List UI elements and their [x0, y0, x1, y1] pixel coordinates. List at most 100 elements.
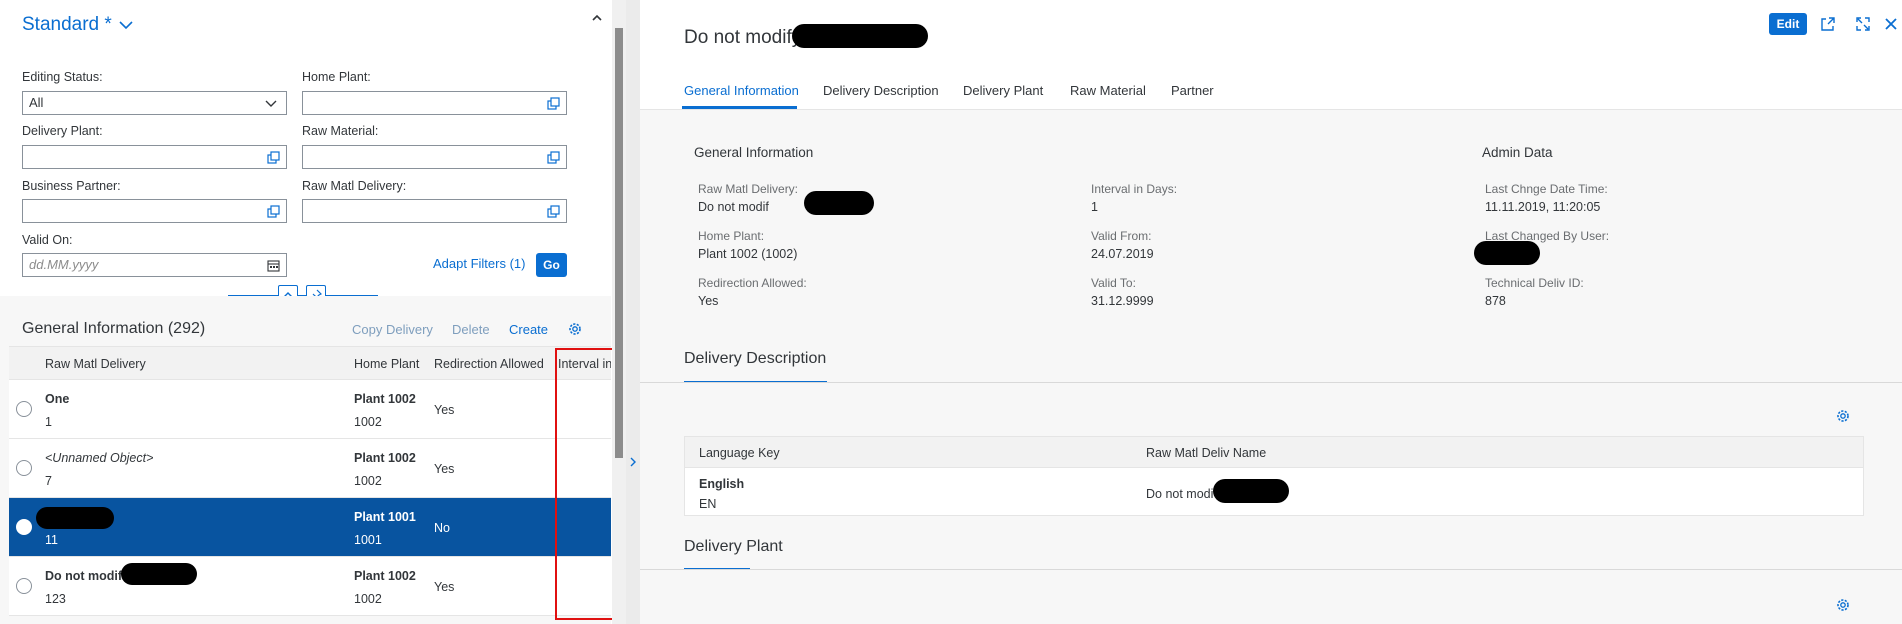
valid-to-value: 31.12.9999 [1091, 294, 1154, 308]
redaction-mark [1213, 479, 1289, 503]
highlight-box [555, 348, 618, 620]
redirection-value: Yes [698, 294, 719, 308]
value-help-icon[interactable] [267, 151, 280, 164]
create-button[interactable]: Create [509, 322, 548, 337]
row-redirection: No [434, 521, 450, 535]
row-id: 1 [45, 415, 52, 429]
object-title: Do not modify [684, 27, 802, 48]
fullscreen-icon[interactable] [1855, 16, 1871, 32]
scrollbar-thumb[interactable] [615, 28, 623, 458]
row-plant-id: 1001 [354, 533, 382, 547]
settings-gear-icon[interactable] [567, 321, 583, 337]
table-header: Raw Matl Delivery Home Plant Redirection… [9, 346, 611, 380]
row-radio[interactable] [16, 578, 32, 594]
variant-label: Standard * [22, 14, 112, 35]
row-radio[interactable] [16, 401, 32, 417]
tab-delivery-plant[interactable]: Delivery Plant [963, 83, 1043, 98]
editing-status-value: All [29, 95, 44, 110]
tab-raw-material[interactable]: Raw Material [1070, 83, 1146, 98]
col-raw-matl-delivery[interactable]: Raw Matl Delivery [45, 357, 146, 371]
redaction-mark [1474, 241, 1540, 265]
table-row-selected[interactable]: 11 Plant 1001 1001 No [9, 498, 611, 557]
calendar-icon[interactable] [267, 259, 280, 272]
raw-matl-delivery-label: Raw Matl Delivery: [302, 179, 407, 193]
admin-data-heading: Admin Data [1482, 145, 1553, 160]
editing-status-label: Editing Status: [22, 70, 103, 84]
valid-on-datepicker[interactable]: dd.MM.yyyy [22, 253, 287, 277]
row-plant-id: 1002 [354, 415, 382, 429]
business-partner-label: Business Partner: [22, 179, 121, 193]
redaction-mark [121, 563, 197, 585]
home-plant-value: Plant 1002 (1002) [698, 247, 798, 261]
raw-matl-delivery-input[interactable] [302, 199, 567, 223]
value-help-icon[interactable] [547, 97, 560, 110]
col-raw-matl-deliv-name[interactable]: Raw Matl Deliv Name [1146, 446, 1266, 460]
value-help-icon[interactable] [547, 205, 560, 218]
value-help-icon[interactable] [547, 151, 560, 164]
editing-status-select[interactable]: All [22, 91, 287, 115]
valid-to-label: Valid To: [1091, 276, 1136, 290]
delete-button[interactable]: Delete [452, 322, 490, 337]
row-redirection: Yes [434, 462, 455, 476]
raw-material-input[interactable] [302, 145, 567, 169]
row-radio[interactable] [16, 460, 32, 476]
valid-on-label: Valid On: [22, 233, 73, 247]
description-table: Language Key Raw Matl Deliv Name English… [684, 436, 1864, 516]
row-name: <Unnamed Object> [45, 451, 154, 465]
settings-gear-icon[interactable] [1835, 597, 1851, 613]
interval-label: Interval in Days: [1091, 182, 1178, 196]
table-row[interactable]: <Unnamed Object> 7 Plant 1002 1002 Yes [9, 439, 611, 498]
tab-general-information[interactable]: General Information [684, 83, 799, 98]
interval-value: 1 [1091, 200, 1098, 214]
last-change-value: 11.11.2019, 11:20:05 [1485, 200, 1601, 214]
copy-delivery-button[interactable]: Copy Delivery [352, 322, 433, 337]
chevron-right-icon[interactable] [628, 456, 638, 468]
row-plant-id: 1002 [354, 592, 382, 606]
home-plant-label: Home Plant: [302, 70, 371, 84]
pane-divider[interactable] [626, 0, 640, 624]
row-redirection: Yes [434, 403, 455, 417]
adapt-filters-button[interactable]: Adapt Filters (1) [433, 256, 525, 271]
row-redirection: Yes [434, 580, 455, 594]
general-info-heading: General Information [694, 145, 814, 160]
col-home-plant[interactable]: Home Plant [354, 357, 419, 371]
share-icon[interactable] [1820, 16, 1836, 32]
tab-delivery-description[interactable]: Delivery Description [823, 83, 939, 98]
redaction-mark [36, 507, 114, 529]
go-button[interactable]: Go [536, 253, 567, 277]
settings-gear-icon[interactable] [1835, 408, 1851, 424]
row-plant-id: 1002 [354, 474, 382, 488]
chevron-down-icon [119, 21, 133, 30]
collapse-header-icon[interactable] [591, 12, 603, 24]
row-id: 11 [45, 533, 58, 547]
tab-partner[interactable]: Partner [1171, 83, 1214, 98]
row-plant: Plant 1002 [354, 451, 416, 465]
home-plant-input[interactable] [302, 91, 567, 115]
value-help-icon[interactable] [267, 205, 280, 218]
col-redirection-allowed[interactable]: Redirection Allowed [434, 357, 544, 371]
close-icon[interactable] [1884, 17, 1898, 31]
variant-selector[interactable]: Standard * [22, 14, 134, 36]
table-title: General Information (292) [22, 320, 206, 337]
row-language: English [699, 477, 745, 491]
table-row[interactable]: One 1 Plant 1002 1002 Yes [9, 380, 611, 439]
delivery-plant-input[interactable] [22, 145, 287, 169]
tech-id-label: Technical Deliv ID: [1485, 276, 1584, 290]
redaction-mark [804, 191, 874, 215]
last-change-label: Last Chnge Date Time: [1485, 182, 1608, 196]
edit-button[interactable]: Edit [1769, 13, 1807, 35]
raw-material-label: Raw Material: [302, 124, 379, 138]
row-name: One [45, 392, 70, 406]
valid-from-label: Valid From: [1091, 229, 1152, 243]
row-plant: Plant 1001 [354, 510, 416, 524]
section-divider [640, 382, 1902, 383]
col-language-key[interactable]: Language Key [699, 446, 780, 460]
delivery-description-title: Delivery Description [684, 350, 827, 367]
business-partner-input[interactable] [22, 199, 287, 223]
redirection-label: Redirection Allowed: [698, 276, 807, 290]
table-row[interactable]: Do not modif 123 Plant 1002 1002 Yes [9, 557, 611, 616]
row-id: 123 [45, 592, 66, 606]
row-radio[interactable] [16, 519, 32, 535]
row-name: Do not modif [45, 569, 123, 583]
delivery-plant-title: Delivery Plant [684, 538, 783, 555]
